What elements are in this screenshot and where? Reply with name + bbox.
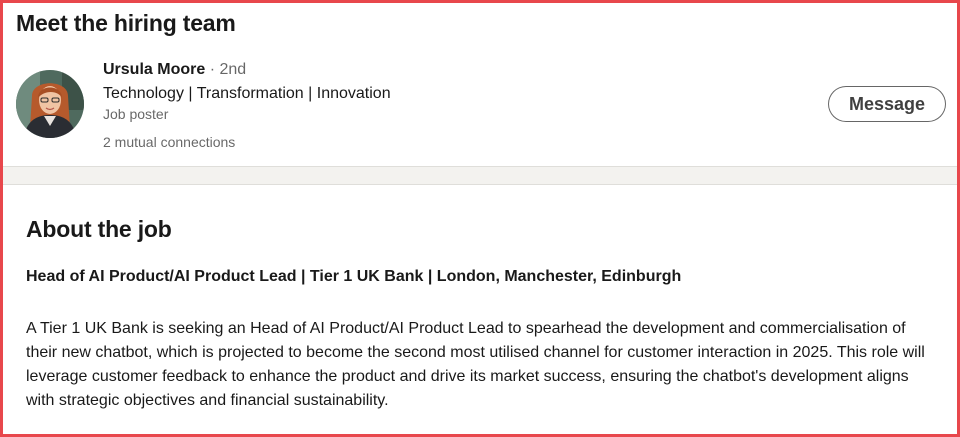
poster-name[interactable]: Ursula Moore xyxy=(103,61,205,78)
job-headline: Head of AI Product/AI Product Lead | Tie… xyxy=(26,268,682,285)
section-divider xyxy=(3,166,957,185)
poster-avatar[interactable] xyxy=(16,70,84,138)
about-job-card: About the job Head of AI Product/AI Prod… xyxy=(6,185,957,434)
mutual-connections[interactable]: 2 mutual connections xyxy=(103,133,235,151)
poster-name-row[interactable]: Ursula Moore · 2nd xyxy=(103,60,246,80)
poster-headline: Technology | Transformation | Innovation xyxy=(103,85,391,102)
job-description: A Tier 1 UK Bank is seeking an Head of A… xyxy=(26,320,925,409)
hiring-team-title: Meet the hiring team xyxy=(16,10,236,36)
screenshot-frame: Meet the hiring team Ursula Moore · 2nd … xyxy=(0,0,960,437)
about-job-title: About the job xyxy=(26,216,172,242)
connection-degree: · 2nd xyxy=(205,61,247,78)
profile-photo-icon xyxy=(16,70,84,138)
hiring-team-card: Meet the hiring team Ursula Moore · 2nd … xyxy=(6,3,957,166)
job-poster-label: Job poster xyxy=(103,106,169,122)
message-button[interactable]: Message xyxy=(828,86,946,122)
